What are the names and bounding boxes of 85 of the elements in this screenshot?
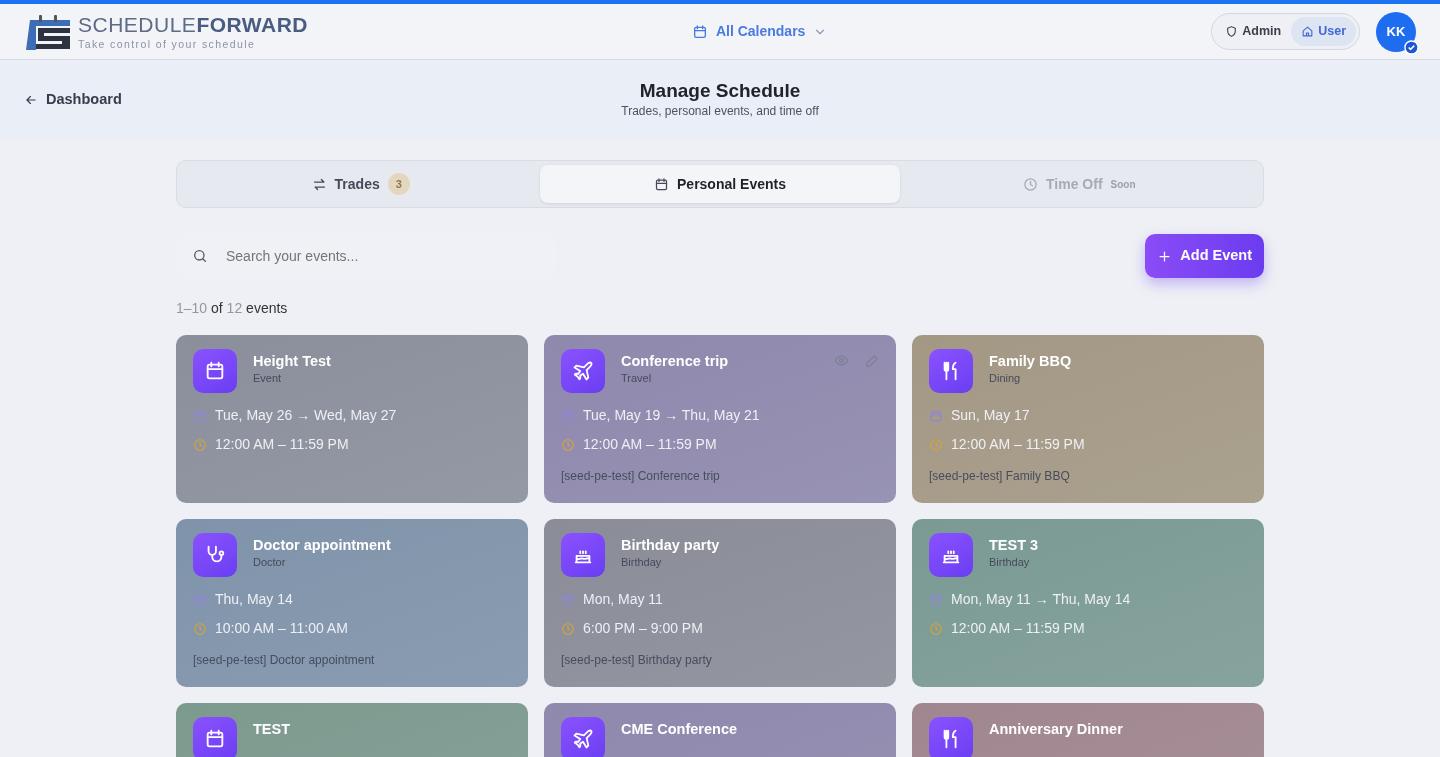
tab[interactable]: Personal Events: [540, 165, 900, 203]
clock-icon: [561, 437, 575, 452]
calendar-icon: [561, 408, 575, 423]
event-dates: Tue, May 26 → Wed, May 27: [215, 406, 397, 425]
edit-button[interactable]: [865, 353, 879, 368]
event-card[interactable]: Height Test Event Tue, May 26 → Wed, May 27 12:00 AM – 11:59 PM: [176, 335, 528, 503]
search-field[interactable]: Search your events...: [224, 244, 540, 268]
calendar-icon: [193, 592, 207, 607]
event-note: [seed-pe-test] Family BBQ: [929, 468, 1071, 485]
event-note: [seed-pe-test] Conference trip: [561, 468, 721, 485]
event-time: 10:00 AM – 11:00 AM: [215, 619, 348, 638]
event-title: Family BBQ: [989, 353, 1073, 371]
calendar-icon: [204, 728, 226, 750]
event-title: CME Conference: [621, 721, 739, 739]
event-card[interactable]: CME Conference: [544, 703, 896, 757]
event-time: 12:00 AM – 11:59 PM: [215, 435, 349, 454]
calendar-icon: [654, 176, 669, 192]
tab[interactable]: Trades 3: [181, 165, 541, 203]
event-card[interactable]: Birthday party Birthday Mon, May 11 6:00 PM – 9:00 PM [seed-pe-test] Birthday party: [544, 519, 896, 687]
shield-icon: [1225, 25, 1239, 38]
clock-icon: [561, 621, 575, 636]
view-button[interactable]: [834, 353, 849, 368]
event-category: Birthday: [621, 555, 663, 571]
event-dates: Tue, May 19 → Thu, May 21: [583, 406, 760, 425]
plus-icon: [1157, 248, 1173, 264]
role-tab[interactable]: Admin: [1215, 17, 1292, 46]
event-card[interactable]: Doctor appointment Doctor Thu, May 14 10:00 AM – 11:00 AM [seed-pe-test] Doctor appointment: [176, 519, 528, 687]
event-title: TEST 3: [989, 537, 1040, 555]
arrow-left-icon: [24, 93, 38, 107]
event-card[interactable]: Conference trip Travel Tue, May 19 → Thu, May 21 12:00 AM – 11:59 PM [seed-pe-test] Conference trip: [544, 335, 896, 503]
event-note: [seed-pe-test] Birthday party: [561, 652, 713, 669]
event-title: Doctor appointment: [253, 537, 392, 555]
brand-tagline: Take control of your schedule: [78, 38, 257, 50]
event-dates: Sun, May 17: [951, 406, 1030, 425]
plane-icon: [572, 360, 594, 382]
event-category: Travel: [621, 371, 653, 387]
calendar-icon: [204, 360, 226, 382]
soon-label: Soon: [1110, 177, 1136, 192]
event-note: [seed-pe-test] Doctor appointment: [193, 652, 376, 669]
add-event-button[interactable]: Add Event: [1145, 234, 1264, 278]
event-title: Conference trip: [621, 353, 730, 371]
home-icon: [1301, 25, 1315, 38]
clock-icon: [193, 437, 207, 452]
event-dates: Mon, May 11 → Thu, May 14: [951, 590, 1131, 609]
brand-name: SCHEDULEFORWARD: [78, 13, 308, 35]
event-category: Dining: [989, 371, 1022, 387]
event-card[interactable]: TEST: [176, 703, 528, 757]
event-time: 6:00 PM – 9:00 PM: [583, 619, 703, 638]
back-link[interactable]: Dashboard: [24, 89, 122, 111]
calendar-icon: [929, 408, 943, 423]
event-category: Doctor: [253, 555, 287, 571]
plane-icon: [572, 728, 594, 750]
event-title: Birthday party: [621, 537, 721, 555]
swap-icon: [311, 176, 327, 192]
event-category: Birthday: [989, 555, 1031, 571]
event-title: Anniversary Dinner: [989, 721, 1124, 739]
event-dates: Thu, May 14: [215, 590, 293, 609]
clock-icon: [929, 621, 943, 636]
pencil-icon: [865, 353, 879, 368]
event-dates: Mon, May 11: [583, 590, 663, 609]
role-tab[interactable]: User: [1291, 17, 1356, 46]
clock-icon: [193, 621, 207, 636]
calendar-icon: [561, 592, 575, 607]
page-title: Manage Schedule: [638, 79, 802, 103]
clock-icon: [1023, 176, 1039, 192]
event-category: Event: [253, 371, 283, 387]
eye-icon: [834, 353, 849, 368]
event-card[interactable]: Family BBQ Dining Sun, May 17 12:00 AM – 11:59 PM [seed-pe-test] Family BBQ: [912, 335, 1264, 503]
calendar-icon: [691, 23, 708, 40]
event-time: 12:00 AM – 11:59 PM: [951, 435, 1085, 454]
event-card[interactable]: TEST 3 Birthday Mon, May 11 → Thu, May 14 12:00 AM – 11:59 PM: [912, 519, 1264, 687]
event-time: 12:00 AM – 11:59 PM: [951, 619, 1085, 638]
event-card[interactable]: Anniversary Dinner: [912, 703, 1264, 757]
calendar-icon: [193, 408, 207, 423]
clock-icon: [929, 437, 943, 452]
count-badge: 3: [387, 173, 410, 195]
event-title: TEST: [253, 721, 292, 739]
user-avatar[interactable]: KK: [1376, 11, 1416, 52]
calendar-icon: [929, 592, 943, 607]
event-count: 1–10 of 12 events: [176, 299, 289, 318]
page-subtitle: Trades, personal events, and time off: [621, 103, 819, 121]
search-icon: [192, 248, 208, 264]
event-title: Height Test: [253, 353, 332, 371]
calendar-dropdown[interactable]: All Calendars: [685, 20, 834, 43]
event-time: 12:00 AM – 11:59 PM: [583, 435, 717, 454]
